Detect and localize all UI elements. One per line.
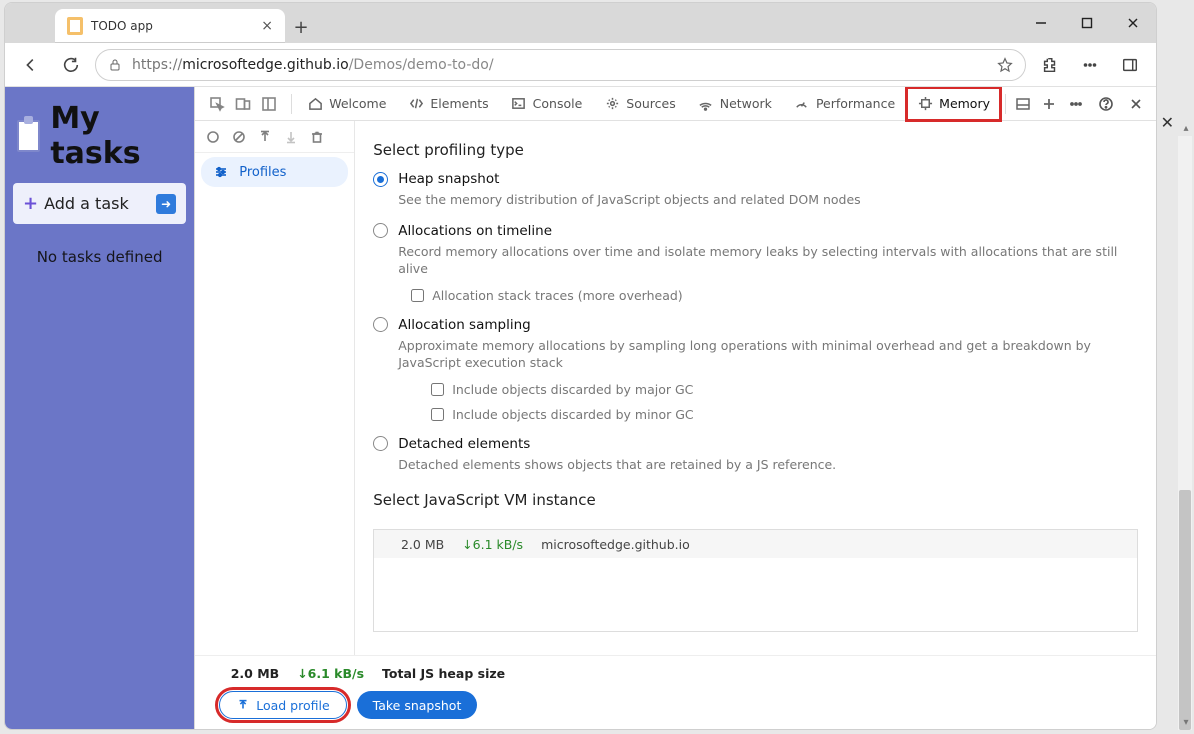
vm-origin: microsoftedge.github.io [541,537,690,552]
tab-elements[interactable]: Elements [397,87,499,121]
inspect-element-icon[interactable] [205,92,229,116]
url-text: https://microsoftedge.github.io/Demos/de… [132,57,494,73]
devtools-tabstrip: Welcome Elements Console Sources Network… [195,87,1156,121]
tab-console[interactable]: Console [500,87,594,121]
scroll-down-arrow[interactable]: ▾ [1180,716,1192,728]
radio-heap[interactable] [373,172,388,187]
scrollbar-thumb[interactable] [1179,490,1191,730]
window-minimize-button[interactable] [1018,3,1064,43]
record-icon[interactable] [201,125,225,149]
webpage-viewport: My tasks + Add a task ➜ No tasks defined [5,87,194,729]
devtools-more-icon[interactable] [1062,90,1090,118]
vm-rate: ↓6.1 kB/s [462,537,523,552]
add-tab-icon[interactable] [1036,96,1062,112]
radio-detached[interactable] [373,436,388,451]
memory-sidebar: Profiles [195,121,355,655]
browser-tab[interactable]: TODO app × [55,9,285,43]
plus-icon: + [23,193,38,214]
window-maximize-button[interactable] [1064,3,1110,43]
address-bar[interactable]: https://microsoftedge.github.io/Demos/de… [95,49,1026,81]
load-profile-button[interactable]: Load profile [219,691,346,719]
window-tabstrip: TODO app × + [5,3,1156,43]
devtools-panel: Welcome Elements Console Sources Network… [194,87,1156,729]
vm-heading: Select JavaScript VM instance [373,491,1138,509]
memory-footer: 2.0 MB ↓6.1 kB/s Total JS heap size Load… [195,655,1156,729]
memory-main: Select profiling type Heap snapshot See … [355,121,1156,655]
vm-instance-row[interactable]: 2.0 MB ↓6.1 kB/s microsoftedge.github.io [374,530,1137,558]
overlay-close-icon[interactable]: ✕ [1161,113,1174,132]
total-rate: ↓6.1 kB/s [297,666,364,681]
tab-network[interactable]: Network [687,87,783,121]
clear-icon[interactable] [227,125,251,149]
sliders-icon [213,164,229,180]
total-size: 2.0 MB [223,666,279,681]
help-icon[interactable] [1092,90,1120,118]
tab-performance[interactable]: Performance [783,87,906,121]
check-stack-traces[interactable] [411,289,424,302]
add-task-button[interactable]: + Add a task ➜ [13,183,186,224]
tab-favicon-icon [67,17,83,35]
download-icon[interactable] [279,125,303,149]
tab-close-icon[interactable]: × [261,18,273,34]
sidebar-toggle-icon[interactable] [1114,49,1146,81]
clipboard-icon [17,120,40,152]
memory-toolbar [195,121,354,153]
profiling-type-heading: Select profiling type [373,141,1138,159]
option-allocation-sampling[interactable]: Allocation sampling Approximate memory a… [373,317,1138,422]
sidebar-item-profiles[interactable]: Profiles [201,157,348,187]
favorite-icon[interactable] [997,57,1013,73]
new-tab-button[interactable]: + [285,11,317,43]
site-info-icon[interactable] [108,58,122,72]
scroll-up-arrow[interactable]: ▴ [1180,122,1192,134]
empty-state-text: No tasks defined [13,248,186,266]
vm-instance-list: 2.0 MB ↓6.1 kB/s microsoftedge.github.io [373,529,1138,632]
tab-sources[interactable]: Sources [593,87,686,121]
option-heap-snapshot[interactable]: Heap snapshot See the memory distributio… [373,171,1138,209]
device-toolbar-icon[interactable] [231,92,255,116]
sidebar-label: Profiles [239,165,286,180]
toolbar: https://microsoftedge.github.io/Demos/de… [5,43,1156,87]
radio-sampling[interactable] [373,317,388,332]
option-detached-elements[interactable]: Detached elements Detached elements show… [373,436,1138,474]
option-allocation-timeline[interactable]: Allocations on timeline Record memory al… [373,223,1138,303]
tab-memory[interactable]: Memory [906,87,1001,121]
tab-title: TODO app [91,19,153,33]
more-icon[interactable] [1074,49,1106,81]
take-snapshot-button[interactable]: Take snapshot [357,691,478,719]
total-label: Total JS heap size [382,666,505,681]
refresh-button[interactable] [55,49,87,81]
add-task-label: Add a task [44,194,129,213]
submit-task-icon[interactable]: ➜ [156,194,176,214]
outer-scrollbar[interactable] [1178,136,1192,730]
devtools-close-icon[interactable] [1122,90,1150,118]
page-heading: My tasks [13,95,186,183]
tab-welcome[interactable]: Welcome [296,87,397,121]
vm-size: 2.0 MB [388,537,444,552]
extensions-icon[interactable] [1034,49,1066,81]
window-close-button[interactable] [1110,3,1156,43]
back-button[interactable] [15,49,47,81]
upload-icon[interactable] [253,125,277,149]
drawer-toggle-icon[interactable] [1010,96,1036,112]
browser-window: TODO app × + https://microsoftedge.githu… [4,2,1157,730]
radio-timeline[interactable] [373,223,388,238]
upload-icon [236,698,250,712]
dock-side-icon[interactable] [257,92,281,116]
check-major-gc[interactable] [431,383,444,396]
trash-icon[interactable] [305,125,329,149]
check-minor-gc[interactable] [431,408,444,421]
